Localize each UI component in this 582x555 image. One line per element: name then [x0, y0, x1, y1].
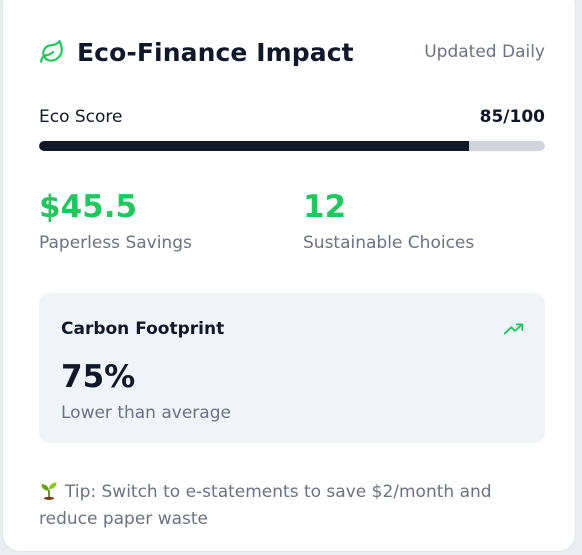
eco-score-label: Eco Score — [39, 107, 123, 127]
trending-up-icon — [503, 323, 524, 335]
sustainable-choices-label: Sustainable Choices — [303, 233, 475, 253]
carbon-footprint-title: Carbon Footprint — [61, 319, 225, 339]
sustainable-choices-value: 12 — [303, 189, 347, 225]
carbon-footprint-panel: Carbon Footprint 75% Lower than average — [39, 293, 545, 443]
eco-score-progress-fill — [39, 141, 470, 151]
eco-tip: Tip: Switch to e-statements to save $2/m… — [39, 479, 535, 533]
paperless-savings-stat: $45.5 Paperless Savings — [39, 189, 192, 253]
paperless-savings-value: $45.5 — [39, 189, 138, 225]
seedling-icon — [41, 482, 57, 500]
eco-score-row: Eco Score 85/100 — [39, 107, 545, 127]
update-frequency-label: Updated Daily — [424, 42, 545, 62]
sustainable-choices-stat: 12 Sustainable Choices — [303, 189, 474, 253]
leaf-icon — [40, 40, 63, 63]
eco-score-progress-bar — [39, 141, 545, 151]
eco-score-value: 85/100 — [479, 107, 545, 127]
carbon-footprint-subtitle: Lower than average — [61, 403, 231, 423]
eco-tip-text: Tip: Switch to e-statements to save $2/m… — [39, 482, 492, 529]
eco-finance-card: Eco-Finance Impact Updated Daily Eco Sco… — [2, 0, 576, 552]
title-group: Eco-Finance Impact — [39, 38, 354, 67]
card-title: Eco-Finance Impact — [77, 37, 354, 67]
card-header: Eco-Finance Impact Updated Daily — [39, 35, 545, 69]
carbon-footprint-value: 75% — [61, 359, 136, 395]
paperless-savings-label: Paperless Savings — [39, 233, 192, 253]
